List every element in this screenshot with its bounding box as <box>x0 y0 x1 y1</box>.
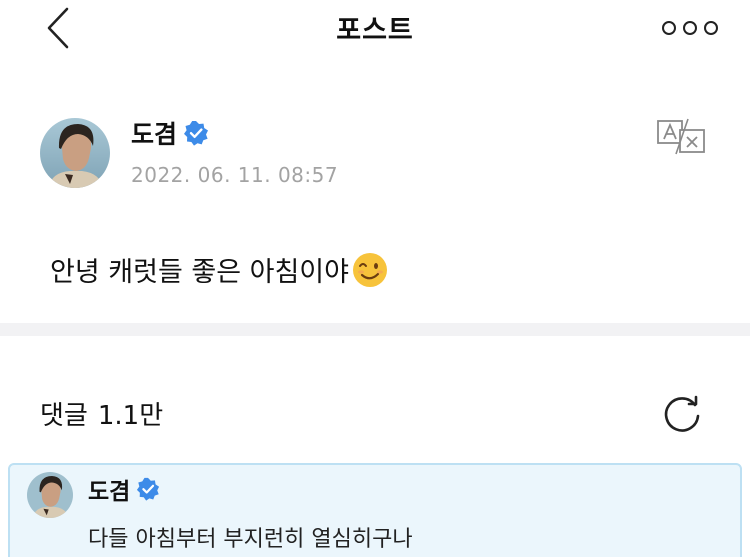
more-options-button[interactable] <box>662 14 718 42</box>
post-detail-screen: 포스트 도겸 2022. 06. 11. 08:57 안녕 캐럿들 좋은 아침이… <box>0 0 750 557</box>
verified-badge-icon <box>184 121 209 146</box>
comments-header: 댓글 1.1만 <box>40 395 163 432</box>
comments-count: 1.1만 <box>97 401 164 431</box>
more-options-icon <box>683 21 697 35</box>
top-bar: 포스트 <box>0 0 750 56</box>
translate-button[interactable] <box>656 118 708 156</box>
translate-icon <box>657 118 705 155</box>
comment-author-avatar[interactable] <box>27 472 73 518</box>
post-timestamp: 2022. 06. 11. 08:57 <box>131 163 339 187</box>
more-options-icon <box>704 21 718 35</box>
winking-face-emoji <box>353 252 387 287</box>
post-text: 안녕 캐럿들 좋은 아침이야 <box>50 257 349 288</box>
refresh-icon <box>664 395 700 432</box>
author-avatar[interactable] <box>40 118 110 188</box>
more-options-icon <box>662 21 676 35</box>
section-divider <box>0 323 750 336</box>
refresh-button[interactable] <box>660 392 704 436</box>
comments-label: 댓글 <box>40 401 88 431</box>
author-name[interactable]: 도겸 <box>131 115 177 151</box>
comment-author-name[interactable]: 도겸 <box>88 472 130 506</box>
author-row: 도겸 <box>131 115 209 151</box>
page-title: 포스트 <box>336 15 414 46</box>
comment-text: 다들 아침부터 부지런히 열심히구나 <box>88 527 413 552</box>
post-content: 안녕 캐럿들 좋은 아침이야 <box>50 250 389 289</box>
comment-author-row: 도겸 <box>88 472 160 506</box>
verified-badge-icon <box>137 477 160 501</box>
